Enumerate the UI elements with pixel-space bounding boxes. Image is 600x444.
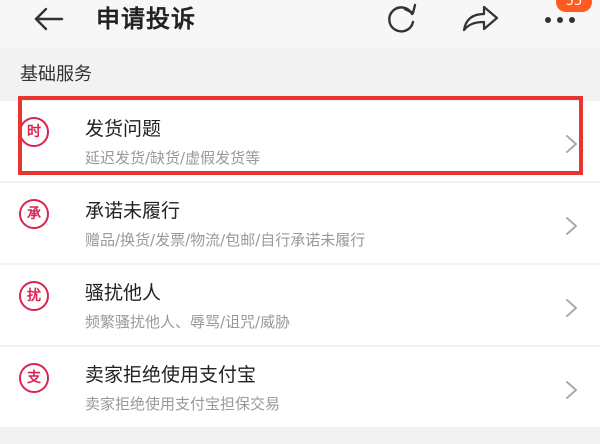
chevron-right-icon — [566, 381, 577, 399]
list-item-refuse-alipay[interactable]: 支 卖家拒绝使用支付宝 卖家拒绝使用支付宝担保交易 — [0, 347, 600, 427]
refresh-icon[interactable] — [382, 0, 420, 36]
alipay-badge-icon: 支 — [19, 363, 49, 393]
more-icon[interactable] — [540, 10, 580, 30]
item-subtitle: 赠品/换货/发票/物流/包邮/自行承诺未履行 — [85, 231, 366, 249]
notification-badge: 55 — [556, 0, 592, 12]
item-subtitle: 延迟发货/缺货/虚假发货等 — [85, 149, 261, 167]
item-title: 骚扰他人 — [85, 282, 162, 304]
item-title: 发货问题 — [85, 118, 162, 140]
top-bar: 申请投诉 55 — [0, 0, 600, 48]
share-icon[interactable] — [460, 2, 500, 36]
item-subtitle: 卖家拒绝使用支付宝担保交易 — [85, 395, 281, 413]
item-subtitle: 频繁骚扰他人、辱骂/诅咒/威胁 — [85, 313, 291, 331]
back-arrow-icon[interactable] — [32, 4, 66, 34]
list-item-harassment[interactable]: 扰 骚扰他人 频繁骚扰他人、辱骂/诅咒/威胁 — [0, 265, 600, 345]
item-title: 卖家拒绝使用支付宝 — [85, 364, 257, 386]
complaint-type-list: 时 发货问题 延迟发货/缺货/虚假发货等 承 承诺未履行 赠品/换货/发票/物流… — [0, 101, 600, 429]
chevron-right-icon — [566, 217, 577, 235]
time-badge-icon: 时 — [19, 117, 49, 147]
section-title: 基础服务 — [20, 64, 92, 85]
harassment-badge-icon: 扰 — [19, 281, 49, 311]
list-item-promise-unfulfilled[interactable]: 承 承诺未履行 赠品/换货/发票/物流/包邮/自行承诺未履行 — [0, 183, 600, 263]
chevron-right-icon — [566, 299, 577, 317]
list-item-shipping-issue[interactable]: 时 发货问题 延迟发货/缺货/虚假发货等 — [0, 101, 600, 181]
chevron-right-icon — [566, 135, 577, 153]
item-title: 承诺未履行 — [85, 200, 181, 222]
page-title: 申请投诉 — [96, 5, 196, 33]
promise-badge-icon: 承 — [19, 199, 49, 229]
